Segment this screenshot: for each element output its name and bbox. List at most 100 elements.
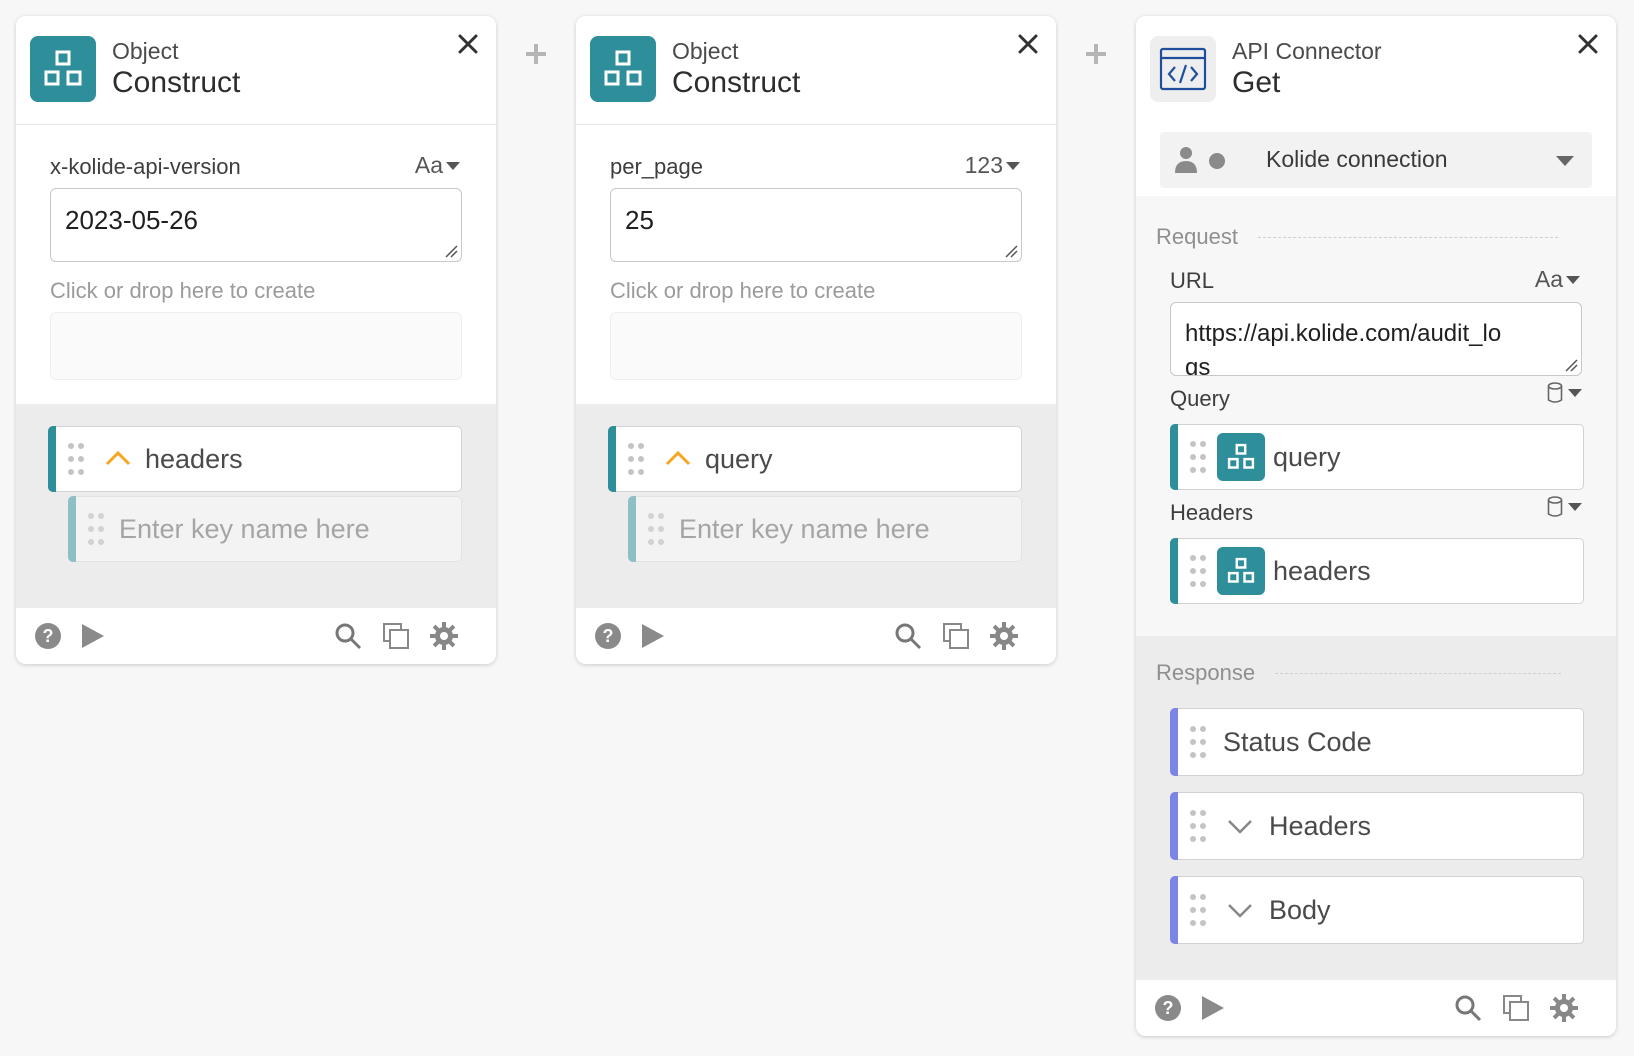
type-selector[interactable]: 123 bbox=[965, 152, 1020, 179]
card-header: Object Construct bbox=[576, 16, 1056, 125]
output-area: query Enter key name here bbox=[576, 404, 1056, 608]
play-icon[interactable] bbox=[78, 622, 106, 650]
divider bbox=[1257, 236, 1558, 238]
help-icon[interactable]: ? bbox=[34, 622, 62, 650]
headers-source-selector[interactable] bbox=[1547, 496, 1582, 518]
caret-down-icon bbox=[1568, 389, 1582, 397]
operation-name: Get bbox=[1232, 66, 1281, 99]
type-label: 123 bbox=[964, 152, 1003, 178]
resize-handle-icon[interactable] bbox=[1564, 358, 1578, 372]
headers-pill[interactable]: headers bbox=[1170, 538, 1584, 604]
pill-accent bbox=[1170, 876, 1178, 944]
copy-icon[interactable] bbox=[942, 622, 970, 650]
svg-text:?: ? bbox=[1163, 998, 1174, 1018]
help-icon[interactable]: ? bbox=[1154, 994, 1182, 1022]
drag-handle-icon[interactable] bbox=[87, 512, 105, 546]
output-name: headers bbox=[145, 443, 243, 474]
type-label: Aa bbox=[414, 152, 443, 178]
connection-select[interactable]: Kolide connection bbox=[1160, 132, 1592, 188]
drag-handle-icon[interactable] bbox=[627, 442, 645, 476]
drag-handle-icon[interactable] bbox=[67, 442, 85, 476]
help-icon[interactable]: ? bbox=[594, 622, 622, 650]
app-name: Object bbox=[672, 38, 739, 64]
card-header: API Connector Get bbox=[1136, 16, 1616, 124]
copy-icon[interactable] bbox=[1502, 994, 1530, 1022]
key-name-input[interactable]: Enter key name here bbox=[628, 496, 1022, 562]
response-item-label: Status Code bbox=[1223, 726, 1372, 757]
field-value-input[interactable]: 2023-05-26 bbox=[50, 188, 462, 262]
response-item-status-code[interactable]: Status Code bbox=[1170, 708, 1584, 776]
response-title-label: Response bbox=[1156, 660, 1256, 685]
close-icon[interactable] bbox=[454, 30, 482, 58]
divider bbox=[1275, 672, 1562, 674]
url-label: URL bbox=[1170, 268, 1215, 293]
response-item-label: Body bbox=[1269, 894, 1331, 925]
output-pill[interactable]: query bbox=[608, 426, 1022, 492]
caret-down-icon bbox=[1566, 275, 1580, 284]
url-type-label: Aa bbox=[1534, 266, 1563, 292]
chevron-up-icon[interactable] bbox=[105, 449, 131, 467]
request-title-label: Request bbox=[1156, 224, 1238, 249]
gear-icon[interactable] bbox=[430, 622, 458, 650]
chevron-down-icon[interactable] bbox=[1227, 818, 1253, 836]
key-placeholder: Enter key name here bbox=[679, 513, 930, 544]
gear-icon[interactable] bbox=[990, 622, 1018, 650]
play-icon[interactable] bbox=[638, 622, 666, 650]
drop-zone[interactable] bbox=[50, 312, 462, 380]
gear-icon[interactable] bbox=[1550, 994, 1578, 1022]
key-name-input[interactable]: Enter key name here bbox=[68, 496, 462, 562]
query-label: Query bbox=[1170, 386, 1230, 411]
pill-accent bbox=[1170, 424, 1178, 490]
response-title: Response bbox=[1156, 660, 1562, 686]
drag-handle-icon[interactable] bbox=[1189, 440, 1207, 474]
card-footer: ? bbox=[16, 608, 496, 664]
operation-name: Construct bbox=[672, 66, 801, 99]
output-pill[interactable]: headers bbox=[48, 426, 462, 492]
query-pill-label: query bbox=[1273, 441, 1341, 472]
field-label: per_page bbox=[610, 154, 703, 179]
response-section: Response Status Code Headers Body bbox=[1136, 636, 1616, 980]
api-connector-app-icon bbox=[1150, 36, 1216, 102]
database-icon bbox=[1547, 382, 1563, 403]
close-icon[interactable] bbox=[1014, 30, 1042, 58]
headers-label: Headers bbox=[1170, 500, 1254, 525]
field-value-input[interactable]: 25 bbox=[610, 188, 1022, 262]
drag-handle-icon[interactable] bbox=[1189, 809, 1207, 843]
drag-handle-icon[interactable] bbox=[1189, 893, 1207, 927]
response-item-headers[interactable]: Headers bbox=[1170, 792, 1584, 860]
pill-accent bbox=[1170, 538, 1178, 604]
close-icon[interactable] bbox=[1574, 30, 1602, 58]
search-icon[interactable] bbox=[1454, 994, 1482, 1022]
headers-pill-label: headers bbox=[1273, 555, 1371, 586]
field-label: x-kolide-api-version bbox=[50, 154, 241, 179]
object-icon bbox=[1217, 547, 1265, 595]
pill-accent bbox=[48, 426, 56, 492]
chevron-up-icon[interactable] bbox=[665, 449, 691, 467]
drop-zone[interactable] bbox=[610, 312, 1022, 380]
add-step-icon[interactable] bbox=[1084, 42, 1108, 66]
object-construct-card-2: Object Construct per_page 123 25 Click o… bbox=[576, 16, 1056, 664]
url-input[interactable]: https://api.kolide.com/audit_lo gs bbox=[1170, 302, 1582, 376]
request-title: Request bbox=[1156, 224, 1558, 250]
field-value: 25 bbox=[625, 205, 654, 235]
drag-handle-icon[interactable] bbox=[647, 512, 665, 546]
resize-handle-icon[interactable] bbox=[1004, 244, 1018, 258]
output-area: headers Enter key name here bbox=[16, 404, 496, 608]
pill-accent bbox=[628, 496, 636, 562]
database-icon bbox=[1547, 496, 1563, 517]
type-selector[interactable]: Aa bbox=[415, 152, 460, 179]
query-pill[interactable]: query bbox=[1170, 424, 1584, 490]
play-icon[interactable] bbox=[1198, 994, 1226, 1022]
drag-handle-icon[interactable] bbox=[1189, 554, 1207, 588]
query-source-selector[interactable] bbox=[1547, 382, 1582, 404]
search-icon[interactable] bbox=[334, 622, 362, 650]
drop-hint: Click or drop here to create bbox=[50, 278, 316, 303]
copy-icon[interactable] bbox=[382, 622, 410, 650]
url-type-selector[interactable]: Aa bbox=[1535, 266, 1580, 293]
drag-handle-icon[interactable] bbox=[1189, 725, 1207, 759]
chevron-down-icon[interactable] bbox=[1227, 902, 1253, 920]
response-item-body[interactable]: Body bbox=[1170, 876, 1584, 944]
search-icon[interactable] bbox=[894, 622, 922, 650]
resize-handle-icon[interactable] bbox=[444, 244, 458, 258]
add-step-icon[interactable] bbox=[524, 42, 548, 66]
